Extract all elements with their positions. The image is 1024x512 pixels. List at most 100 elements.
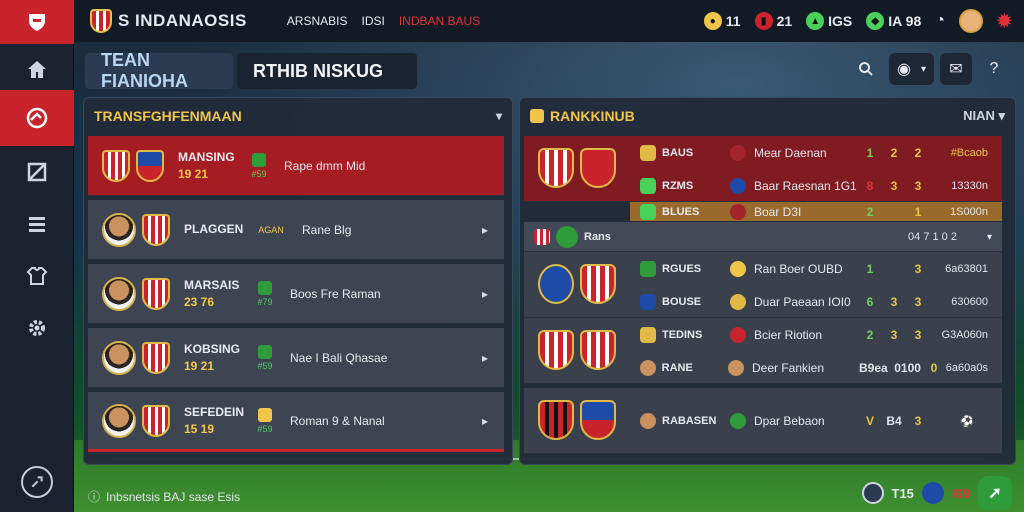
- team-name: RGUES: [662, 262, 702, 275]
- team-logo-icon: [640, 293, 656, 310]
- transfer-row[interactable]: MANSING 19 21 #59 Rape dmm Mid: [88, 136, 504, 196]
- stat-1: 2: [866, 327, 874, 342]
- topnav-item-1[interactable]: ARSNABIS: [287, 14, 348, 28]
- team-name: RANE: [661, 361, 693, 374]
- notification-icon[interactable]: ◔: [935, 12, 945, 30]
- club-crest-icon: [142, 341, 170, 374]
- green-counter-2[interactable]: ◆ IA 98: [866, 12, 921, 30]
- team-points: 04 7 1 0 2: [908, 231, 957, 243]
- chevron-right-icon[interactable]: ▸: [482, 351, 488, 365]
- sidebar-item-list[interactable]: [0, 198, 74, 250]
- stat-2: 3: [890, 178, 898, 193]
- chevron-right-icon[interactable]: ▸: [482, 223, 488, 237]
- team-logo-icon: [640, 260, 656, 277]
- whistle-button[interactable]: [21, 466, 53, 498]
- top-bar: S INDANAOSIS ARSNABIS IDSI INDBAN BAUS ●…: [74, 0, 1024, 42]
- sidebar-item-transfers[interactable]: [0, 90, 74, 146]
- transfer-row[interactable]: SEFEDEIN 15 19 #59 Roman 9 & Nanal ▸: [88, 392, 504, 452]
- coins-counter[interactable]: ● 11: [703, 12, 741, 30]
- sidebar-item-kit[interactable]: [0, 250, 74, 302]
- stat-3: 3: [914, 261, 922, 276]
- green1-value: IGS: [828, 13, 853, 29]
- ranking-row[interactable]: RGUES Ran Boer OUBD 1 3 6a63801 BOUSE Du…: [630, 252, 1002, 318]
- team-name: RABASEN: [662, 415, 717, 427]
- target-icon: ◉: [897, 61, 911, 78]
- footer-score-1: T15: [891, 485, 914, 501]
- flag-icon: [730, 144, 746, 161]
- red-counter[interactable]: ▮ 21: [754, 12, 792, 30]
- transfers-header: TRANSFGHFENMAAN ▾: [84, 98, 512, 134]
- group-crests: [538, 148, 616, 188]
- team-points: #Bcaob: [950, 146, 988, 159]
- rankings-panel: RANKKINUB NIAN ▾ BAUS Mear Daenan 1 2 2 …: [519, 97, 1016, 465]
- status-badge: AGAN: [258, 224, 284, 235]
- sidebar-item-settings[interactable]: [0, 302, 74, 354]
- ranking-row[interactable]: TEDINS Bcier Riotion 2 3 3 G3A060n RANE …: [630, 318, 1002, 384]
- player-name-block: PLAGGEN: [184, 221, 254, 238]
- stat-2: 2: [890, 145, 898, 160]
- transfer-row[interactable]: PLAGGEN AGAN Rane Blg ▸: [88, 200, 504, 260]
- chevron-right-icon[interactable]: ▸: [482, 287, 488, 301]
- rankings-filter[interactable]: NIAN ▾: [963, 108, 1005, 124]
- flag-icon: [730, 177, 746, 194]
- mail-button[interactable]: ✉: [940, 53, 972, 85]
- whistle-icon: ➚: [988, 485, 1002, 502]
- avatar[interactable]: [958, 9, 983, 33]
- ball-icon[interactable]: [861, 482, 884, 504]
- coins-value: 11: [725, 13, 741, 29]
- transfer-info: Rape dmm Mid: [284, 158, 366, 173]
- shield-icon[interactable]: [921, 482, 944, 504]
- club-crest-icon: [102, 149, 130, 182]
- tab-other[interactable]: RTHIB NISKUG: [237, 53, 417, 89]
- chevron-down-icon: ▾: [920, 63, 926, 75]
- search-icon: [859, 62, 873, 76]
- player-stats: 15 19: [184, 421, 215, 436]
- ranking-row[interactable]: Rans 04 7 1 0 2 ▾: [524, 222, 1002, 252]
- confirm-button[interactable]: ➚: [978, 476, 1012, 510]
- sidebar-item-home[interactable]: [0, 44, 74, 96]
- stat-1: B9ea: [858, 360, 888, 375]
- green-counter-1[interactable]: ▲ IGS: [806, 12, 852, 30]
- sidebar-logo[interactable]: [0, 0, 74, 44]
- team-name: BAUS: [662, 146, 694, 159]
- status-badge: #59: [248, 152, 270, 179]
- whistle-icon: [31, 476, 43, 488]
- settings-icon[interactable]: ✹: [997, 11, 1012, 32]
- transfer-row[interactable]: MARSAIS 23 76 #79 Boos Fre Raman ▸: [88, 264, 504, 324]
- club-crest-icon: [538, 148, 574, 188]
- ranking-row[interactable]: BAUS Mear Daenan 1 2 2 #Bcaob RZMS Baar …: [630, 136, 1002, 202]
- player-name: PLAGGEN: [184, 222, 244, 237]
- status-badge: #59: [254, 344, 276, 371]
- player-name-block: SEFEDEIN 15 19: [184, 404, 254, 438]
- stat-3: 2: [914, 145, 922, 160]
- stat-1: 8: [866, 178, 874, 193]
- player-name: MARSAIS: [184, 277, 240, 292]
- chevron-right-icon[interactable]: ▸: [482, 414, 488, 428]
- chevron-down-icon[interactable]: ▾: [987, 232, 992, 243]
- club-crest-icon: [538, 330, 574, 370]
- status-badge: #59: [254, 407, 276, 434]
- sidebar-item-tactics[interactable]: [0, 146, 74, 198]
- ranking-row-highlight[interactable]: BLUES Boar D3I 2 1 1S000n: [630, 202, 1002, 222]
- stat-1: V: [865, 414, 874, 428]
- help-button[interactable]: ?: [978, 53, 1010, 85]
- transfer-row[interactable]: KOBSING 19 21 #59 Nae I Bali Qhasae ▸: [88, 328, 504, 388]
- chevron-down-icon[interactable]: ▾: [496, 109, 502, 123]
- club-crest-icon: [142, 277, 170, 310]
- team-desc: Dpar Bebaon: [754, 414, 825, 428]
- tab-team[interactable]: TEAN FIANIOHA: [85, 50, 233, 91]
- info-icon: ⓘ: [88, 490, 101, 504]
- player-name: KOBSING: [184, 341, 241, 356]
- transfer-info: Roman 9 & Nanal: [290, 413, 385, 428]
- team-name: RZMS: [662, 179, 694, 192]
- team-points: 6a60a0s: [945, 361, 988, 374]
- team-points: 630600: [951, 295, 988, 308]
- search-button[interactable]: [849, 53, 883, 85]
- stat-1: 1: [866, 145, 874, 160]
- topnav-item-3[interactable]: INDBAN BAUS: [399, 14, 480, 28]
- ranking-row[interactable]: RABASEN Dpar Bebaon V B4 3 ⚽: [630, 394, 1002, 448]
- filter-dropdown[interactable]: ◉ ▾: [889, 53, 934, 85]
- topnav-item-2[interactable]: IDSI: [361, 14, 384, 28]
- transfers-panel: TRANSFGHFENMAAN ▾ MANSING 19 21 #59 Rape…: [83, 97, 513, 465]
- club-crest-icon: [142, 213, 170, 246]
